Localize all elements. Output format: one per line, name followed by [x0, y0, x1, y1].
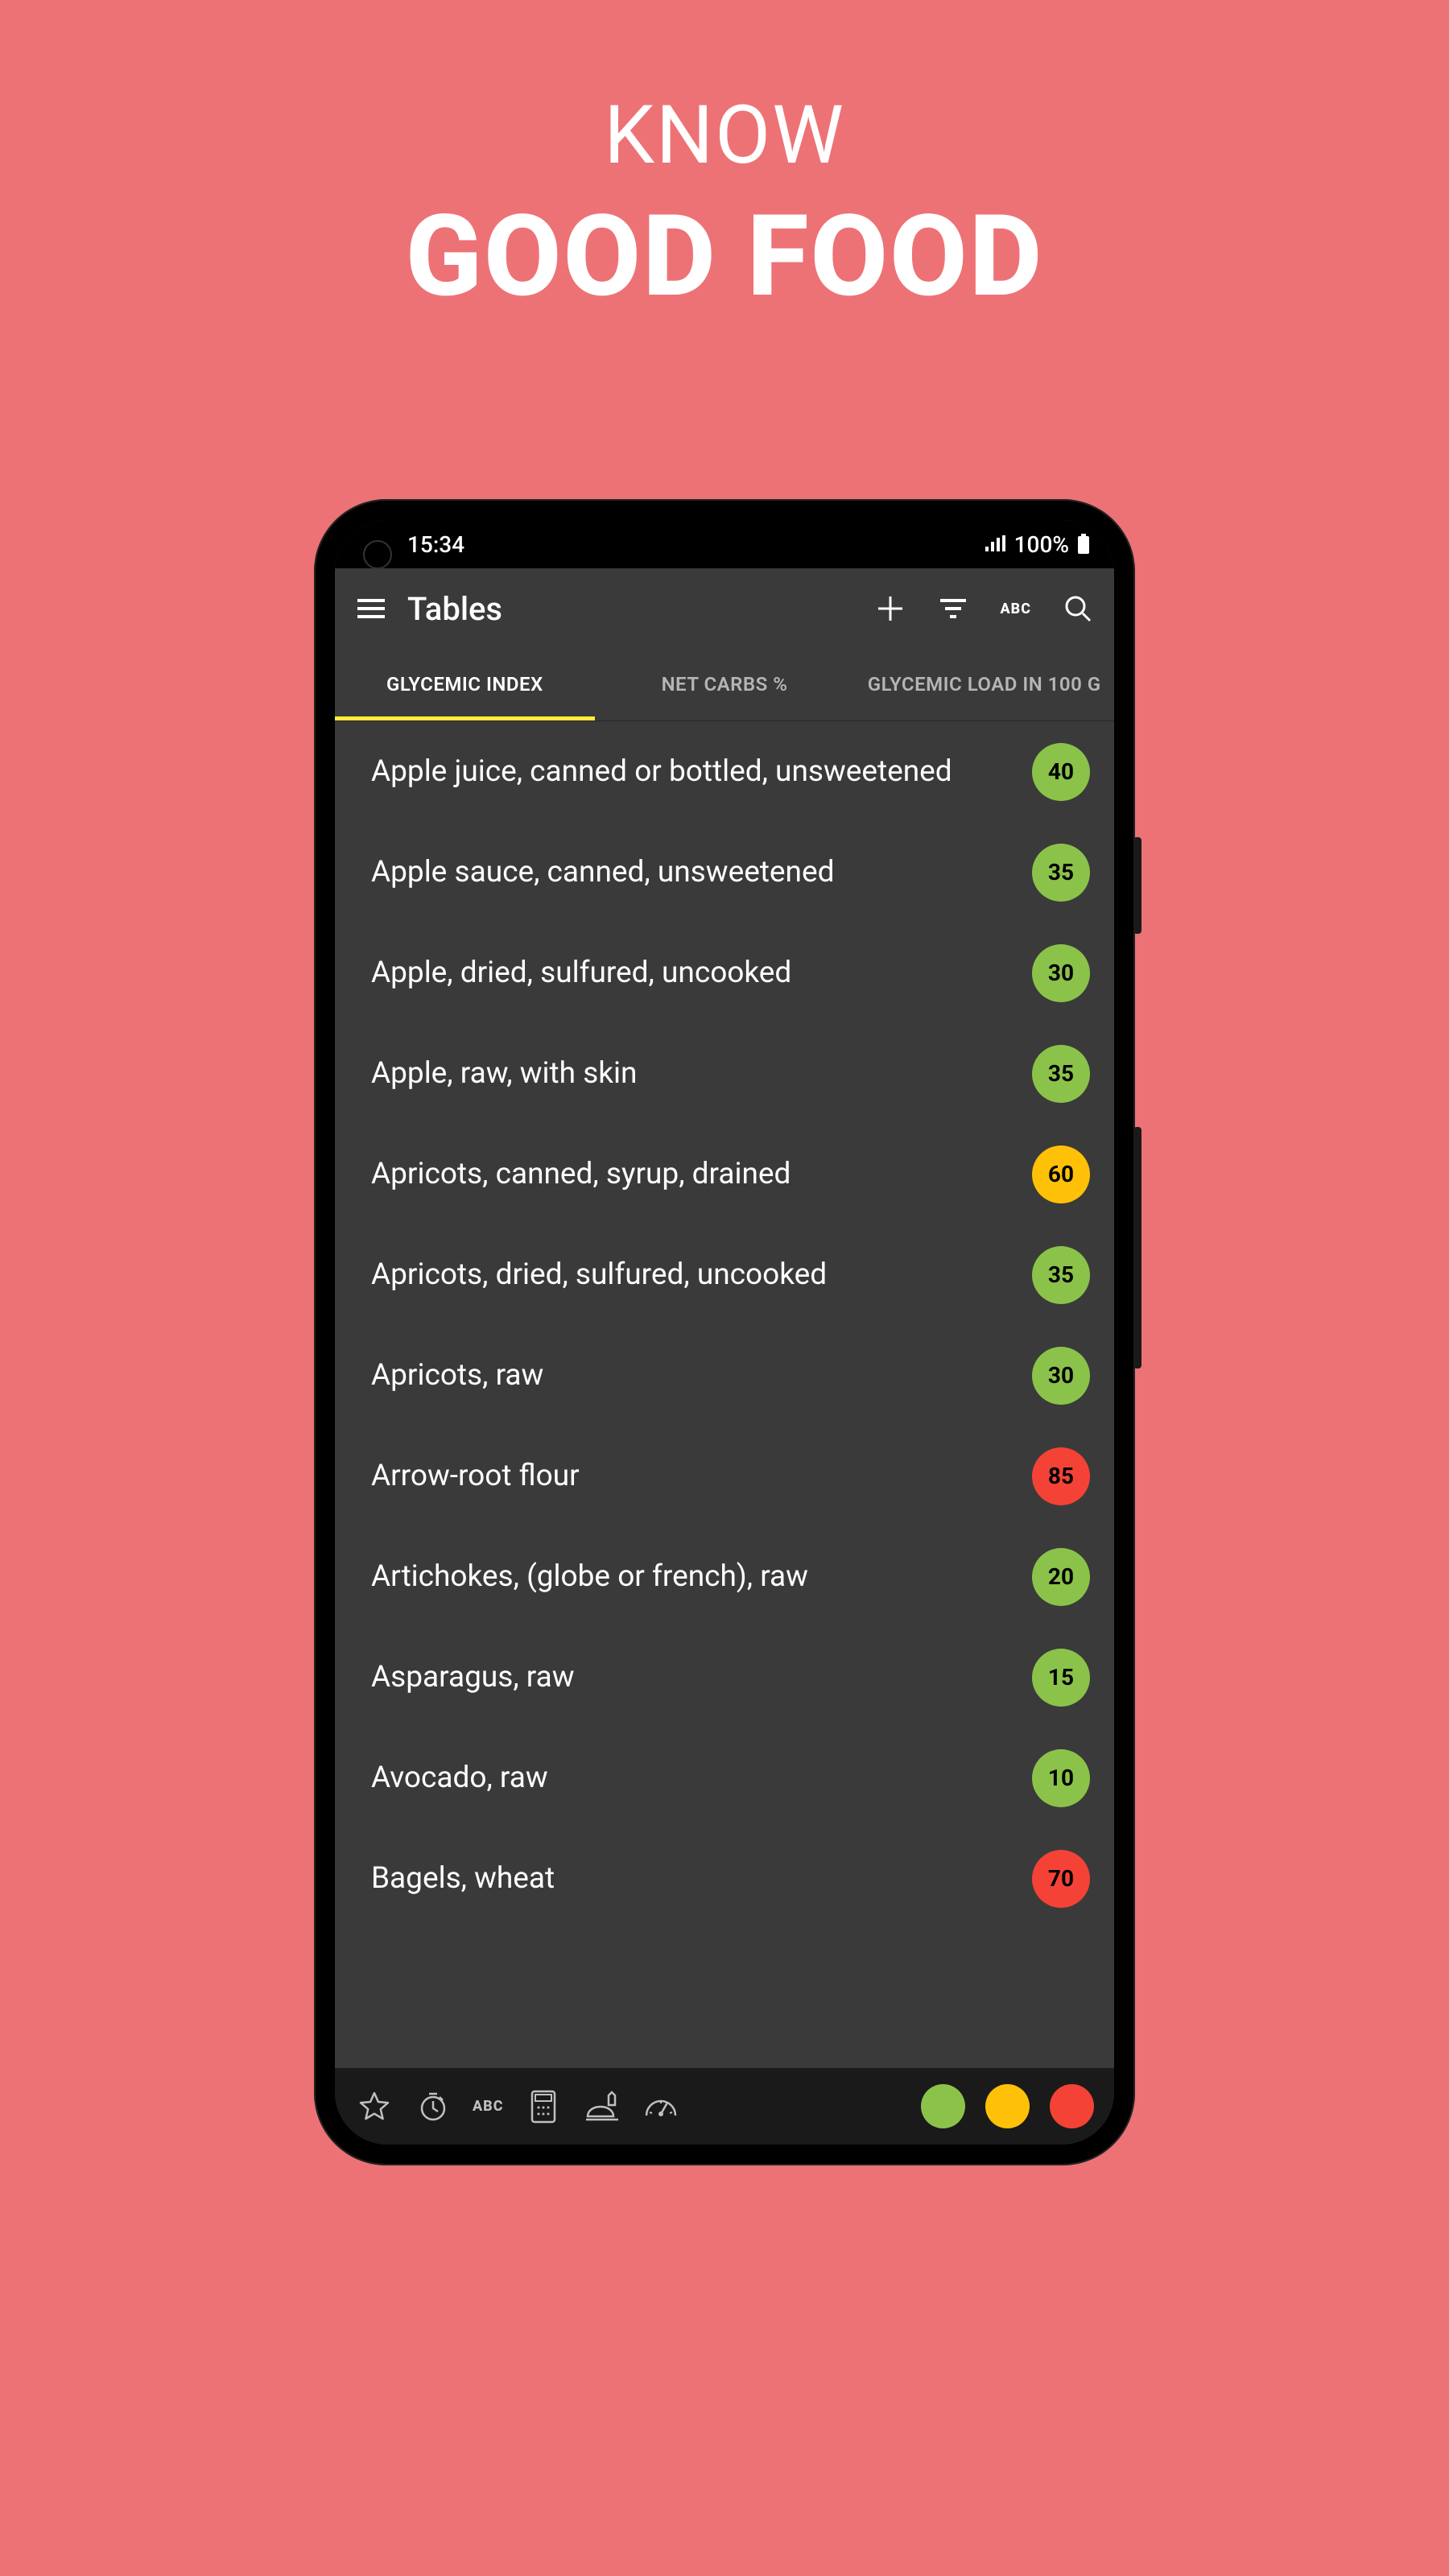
- tab-1[interactable]: NET CARBS %: [595, 649, 855, 720]
- status-bar: 15:34 100%: [335, 520, 1114, 568]
- item-value-badge: 60: [1032, 1146, 1090, 1203]
- meal-icon[interactable]: [583, 2087, 621, 2126]
- item-name: Artichokes, (globe or french), raw: [371, 1559, 1016, 1594]
- item-name: Asparagus, raw: [371, 1660, 1016, 1695]
- bottom-bar: ABC: [335, 2068, 1114, 2145]
- item-value-badge: 20: [1032, 1548, 1090, 1606]
- item-value-badge: 30: [1032, 1347, 1090, 1405]
- item-name: Apple juice, canned or bottled, unsweete…: [371, 754, 1016, 789]
- item-name: Apricots, dried, sulfured, uncooked: [371, 1257, 1016, 1292]
- list-item[interactable]: Apple, raw, with skin 35: [335, 1023, 1114, 1124]
- item-value-badge: 40: [1032, 743, 1090, 801]
- list-item[interactable]: Artichokes, (globe or french), raw 20: [335, 1526, 1114, 1627]
- item-value-badge: 10: [1032, 1749, 1090, 1807]
- item-name: Apricots, raw: [371, 1358, 1016, 1393]
- list-item[interactable]: Asparagus, raw 15: [335, 1627, 1114, 1728]
- tab-2[interactable]: GLYCEMIC LOAD IN 100 G: [854, 649, 1114, 720]
- item-value-badge: 15: [1032, 1649, 1090, 1707]
- hamburger-menu-icon[interactable]: [355, 592, 387, 625]
- food-list[interactable]: Apple juice, canned or bottled, unsweete…: [335, 721, 1114, 2068]
- list-item[interactable]: Apricots, raw 30: [335, 1325, 1114, 1426]
- phone-screen: 15:34 100% Tables: [335, 520, 1114, 2145]
- promo-line-2: GOOD FOOD: [0, 191, 1449, 323]
- timer-icon[interactable]: [414, 2087, 452, 2126]
- list-item[interactable]: Bagels, wheat 70: [335, 1828, 1114, 1929]
- calculator-icon[interactable]: [524, 2087, 563, 2126]
- item-value-badge: 35: [1032, 1045, 1090, 1103]
- sort-abc-button[interactable]: ABC: [1000, 601, 1031, 617]
- status-right: 100%: [984, 531, 1090, 558]
- status-time: 15:34: [407, 531, 464, 558]
- filter-icon[interactable]: [937, 592, 969, 625]
- list-item[interactable]: Apple, dried, sulfured, uncooked 30: [335, 923, 1114, 1023]
- list-item[interactable]: Apricots, canned, syrup, drained 60: [335, 1124, 1114, 1224]
- filter-dot-red[interactable]: [1050, 2084, 1094, 2128]
- app-bar: Tables ABC: [335, 568, 1114, 649]
- item-name: Arrow-root flour: [371, 1459, 1016, 1493]
- filter-dot-yellow[interactable]: [985, 2084, 1030, 2128]
- promo-heading: KNOW GOOD FOOD: [0, 0, 1449, 323]
- list-item[interactable]: Avocado, raw 10: [335, 1728, 1114, 1828]
- item-value-badge: 85: [1032, 1447, 1090, 1505]
- favorites-star-icon[interactable]: [355, 2087, 394, 2126]
- page-title: Tables: [407, 590, 854, 628]
- item-value-badge: 70: [1032, 1850, 1090, 1908]
- item-name: Apricots, canned, syrup, drained: [371, 1157, 1016, 1191]
- promo-line-1: KNOW: [0, 89, 1449, 183]
- search-icon[interactable]: [1062, 592, 1094, 625]
- item-name: Bagels, wheat: [371, 1861, 1016, 1896]
- app-bar-actions: ABC: [874, 592, 1094, 625]
- gauge-icon[interactable]: [642, 2087, 680, 2126]
- status-battery-text: 100%: [1014, 531, 1069, 558]
- signal-icon: [984, 535, 1006, 553]
- item-value-badge: 35: [1032, 844, 1090, 902]
- tabs: GLYCEMIC INDEXNET CARBS %GLYCEMIC LOAD I…: [335, 649, 1114, 721]
- phone-frame: 15:34 100% Tables: [314, 499, 1135, 2165]
- list-item[interactable]: Apple sauce, canned, unsweetened 35: [335, 822, 1114, 923]
- add-icon[interactable]: [874, 592, 906, 625]
- list-item[interactable]: Apple juice, canned or bottled, unsweete…: [335, 721, 1114, 822]
- item-name: Apple sauce, canned, unsweetened: [371, 855, 1016, 890]
- item-value-badge: 30: [1032, 944, 1090, 1002]
- phone-camera: [363, 540, 392, 569]
- tab-0[interactable]: GLYCEMIC INDEX: [335, 649, 595, 720]
- abc-filter-button[interactable]: ABC: [473, 2098, 504, 2115]
- list-item[interactable]: Apricots, dried, sulfured, uncooked 35: [335, 1224, 1114, 1325]
- item-name: Apple, raw, with skin: [371, 1056, 1016, 1091]
- phone-side-button: [1133, 1127, 1141, 1368]
- phone-side-button: [1133, 837, 1141, 934]
- item-name: Avocado, raw: [371, 1761, 1016, 1795]
- list-item[interactable]: Arrow-root flour 85: [335, 1426, 1114, 1526]
- item-value-badge: 35: [1032, 1246, 1090, 1304]
- item-name: Apple, dried, sulfured, uncooked: [371, 956, 1016, 990]
- filter-dot-green[interactable]: [921, 2084, 965, 2128]
- battery-icon: [1077, 534, 1090, 555]
